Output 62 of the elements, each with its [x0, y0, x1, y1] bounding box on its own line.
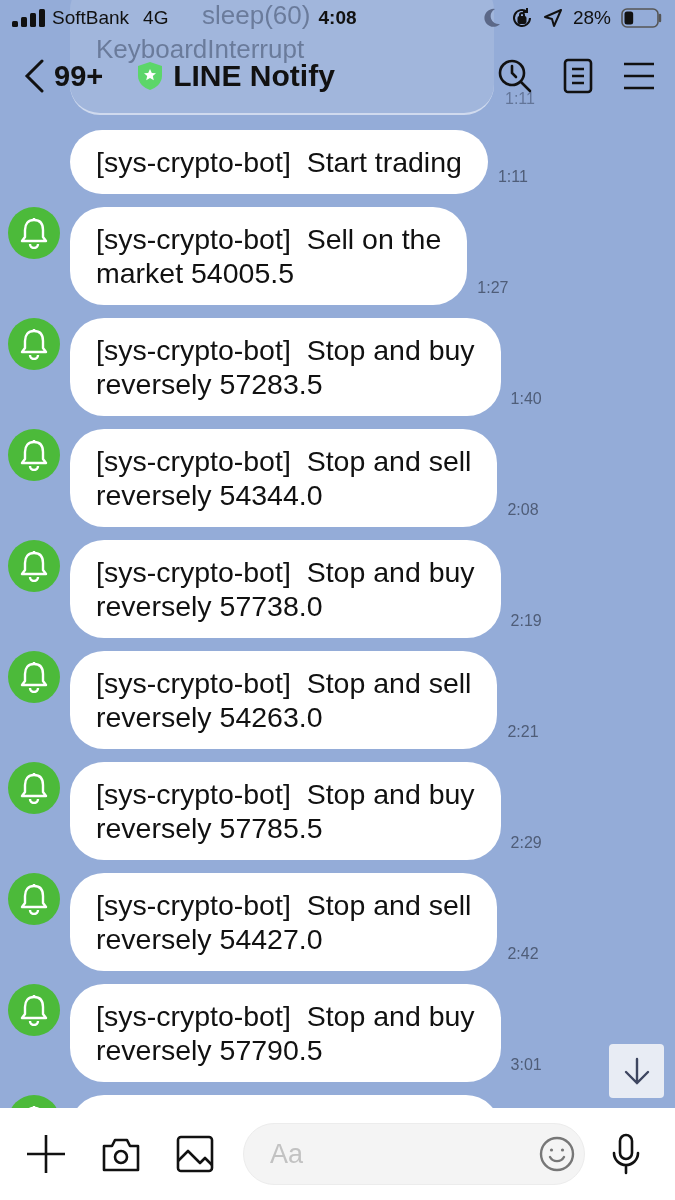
voice-button[interactable] — [611, 1133, 641, 1175]
message-time: 1:40 — [510, 390, 542, 408]
rotation-lock-icon — [510, 7, 533, 29]
bell-icon — [19, 772, 49, 804]
bot-avatar[interactable] — [8, 762, 60, 814]
search-button[interactable] — [497, 58, 533, 94]
add-button[interactable] — [26, 1134, 66, 1174]
bell-icon — [19, 550, 49, 582]
gallery-button[interactable] — [176, 1135, 214, 1173]
image-icon — [176, 1135, 214, 1173]
bell-icon — [19, 994, 49, 1026]
menu-icon — [623, 62, 655, 90]
bot-avatar[interactable] — [8, 873, 60, 925]
battery-percent: 28% — [572, 7, 611, 29]
message-text: sleep(60) — [202, 0, 311, 32]
arrow-down-icon — [623, 1057, 650, 1085]
message-text: [sys-crypto-bot] Stop and buy reversely 57738.0 — [96, 556, 475, 622]
document-icon — [563, 58, 593, 94]
bot-avatar[interactable] — [8, 540, 60, 592]
bell-icon — [19, 661, 49, 693]
message-text: [sys-crypto-bot] Start trading — [96, 146, 462, 178]
moon-icon — [482, 8, 501, 28]
emoji-icon[interactable] — [539, 1136, 575, 1172]
search-clock-icon — [497, 58, 533, 94]
message-time: 3:01 — [510, 1056, 542, 1074]
message-time: 1:11 — [505, 90, 535, 108]
bot-avatar[interactable] — [8, 984, 60, 1036]
battery-icon — [621, 8, 663, 28]
bot-avatar[interactable] — [8, 318, 60, 370]
message-time: 1:27 — [477, 279, 509, 297]
microphone-icon — [611, 1133, 641, 1175]
message-text: [sys-crypto-bot] Stop and buy reversely 57785.5 — [96, 778, 475, 844]
signal-icon — [12, 9, 46, 27]
network-type: 4G — [143, 7, 169, 29]
message-time: 1:11 — [497, 168, 528, 186]
message-time: 2:19 — [510, 612, 542, 630]
bell-icon — [19, 217, 49, 249]
clock-time: 4:08 — [318, 7, 357, 29]
message-text: [sys-crypto-bot] Stop and sell reversely 54427.0 — [96, 889, 472, 955]
bell-icon — [19, 883, 49, 915]
bot-avatar[interactable] — [8, 429, 60, 481]
plus-icon — [26, 1134, 66, 1174]
message-text: [sys-crypto-bot] Stop and sell reversely 54344.0 — [96, 445, 472, 511]
menu-button[interactable] — [623, 62, 655, 90]
bell-icon — [19, 439, 49, 471]
bell-icon — [19, 328, 49, 360]
message-time: 2:42 — [507, 945, 539, 963]
message-text: [sys-crypto-bot] Stop and buy reversely 57790.5 — [96, 1000, 475, 1066]
bot-avatar[interactable] — [8, 651, 60, 703]
notes-button[interactable] — [563, 58, 593, 94]
message-time: 2:29 — [510, 834, 542, 852]
carrier-name: SoftBank — [52, 7, 130, 29]
location-arrow-icon — [542, 8, 563, 28]
message-time: 2:21 — [507, 723, 539, 741]
scroll-down-button[interactable] — [609, 1044, 664, 1098]
bot-avatar[interactable] — [8, 207, 60, 259]
message-text: [sys-crypto-bot] Stop and buy reversely 57283.5 — [96, 334, 475, 400]
shield-star-icon — [137, 61, 164, 91]
message-text: [sys-crypto-bot] Sell on the market 54005.5 — [96, 223, 442, 289]
message-time: 2:08 — [507, 501, 539, 519]
chevron-left-icon — [24, 59, 44, 93]
message-text: [sys-crypto-bot] Stop and sell reversely 54263.0 — [96, 667, 472, 733]
